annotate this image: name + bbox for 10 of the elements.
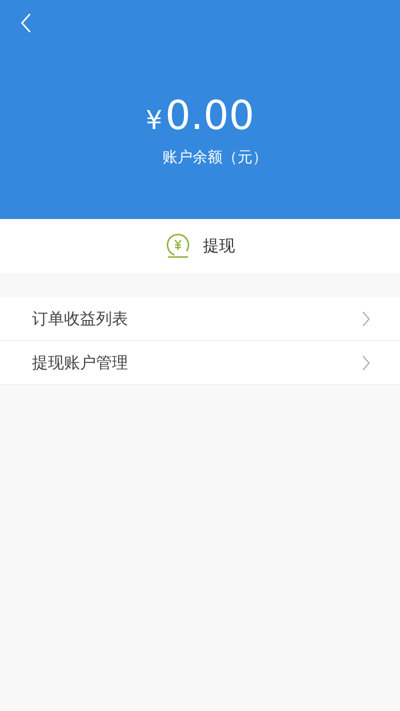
- chevron-right-icon: [362, 354, 370, 370]
- chevron-right-icon: [362, 310, 370, 326]
- balance-amount: 0.00: [165, 94, 254, 138]
- withdraw-button[interactable]: 提现: [0, 219, 400, 273]
- currency-symbol: ¥: [146, 106, 162, 136]
- back-icon: [20, 13, 32, 33]
- yen-coin-icon: [165, 233, 191, 259]
- menu-item[interactable]: 订单收益列表: [0, 297, 400, 341]
- balance-caption: 账户余额（元）: [162, 147, 268, 168]
- menu-item[interactable]: 提现账户管理: [0, 341, 400, 385]
